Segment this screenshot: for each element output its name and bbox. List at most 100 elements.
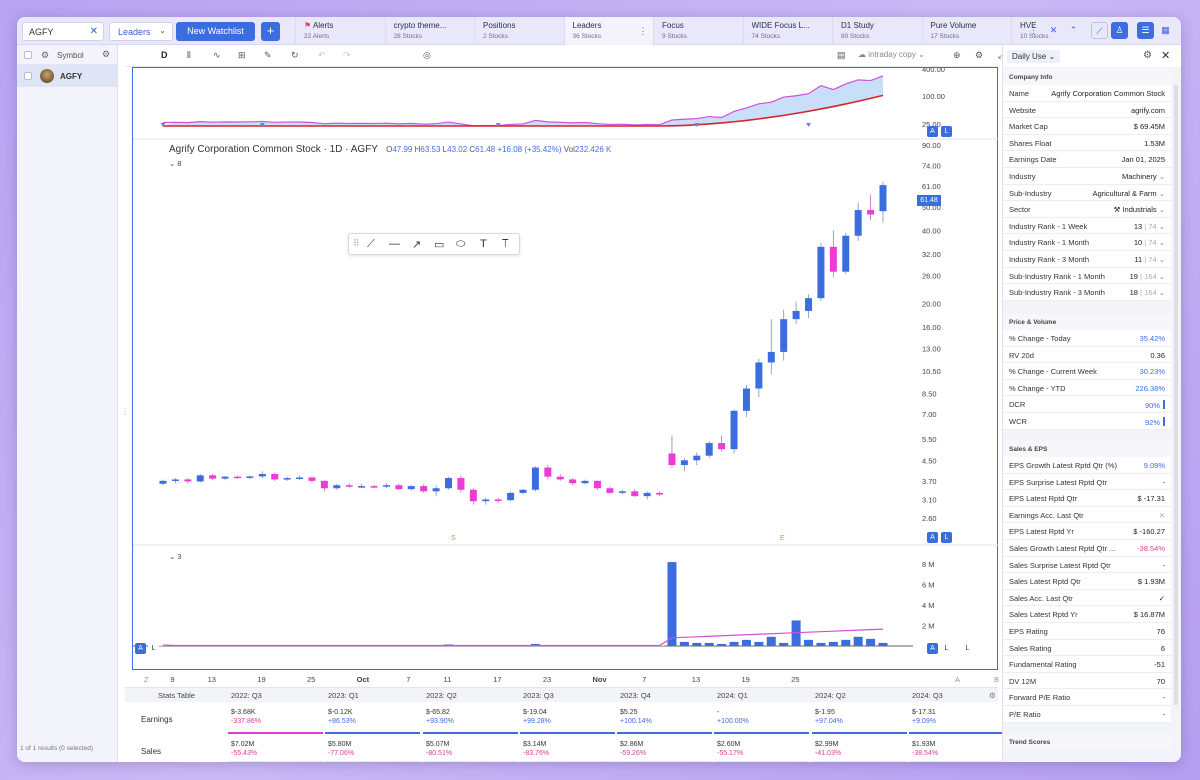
person-icon[interactable]: ♙ xyxy=(1111,22,1128,39)
chart-canvas[interactable]: 90.0074.0061.0050.0040.0032.0026.0020.00… xyxy=(133,68,999,671)
volume-bar[interactable] xyxy=(878,642,888,646)
chevron-down-icon[interactable]: ⌄ xyxy=(1157,238,1165,247)
candle[interactable] xyxy=(829,246,837,272)
volume-bar[interactable] xyxy=(667,562,677,646)
list-view-icon[interactable]: ☰ xyxy=(1137,22,1154,39)
candle[interactable] xyxy=(792,310,800,320)
candle[interactable] xyxy=(358,486,366,488)
candle[interactable] xyxy=(258,473,266,477)
watchlist-tab[interactable]: ⚑ Alerts 22 Alerts xyxy=(295,17,384,45)
draw-icon[interactable]: ✎ xyxy=(264,50,272,61)
pane-log-button[interactable]: L xyxy=(941,126,952,137)
volume-panel-toggle[interactable]: ⌄ 3 xyxy=(169,552,182,561)
candle[interactable] xyxy=(283,478,291,480)
watchlist-tab[interactable]: Leaders 36 Stocks ⋮ xyxy=(563,17,653,45)
candle[interactable] xyxy=(755,362,763,389)
trend-line-icon[interactable]: ⟋ xyxy=(367,238,375,251)
candle[interactable] xyxy=(668,453,676,466)
new-watchlist-button[interactable]: New Watchlist xyxy=(176,22,255,41)
candle[interactable] xyxy=(221,476,229,479)
candle[interactable] xyxy=(718,443,726,450)
candle[interactable] xyxy=(531,467,539,490)
pane-log-button[interactable]: L xyxy=(148,643,159,654)
candle[interactable] xyxy=(879,185,887,212)
candle[interactable] xyxy=(184,479,192,482)
candle[interactable] xyxy=(345,485,353,487)
candle[interactable] xyxy=(544,467,552,477)
watchlist-tab[interactable]: D1 Study 80 Stocks xyxy=(832,17,921,45)
volume-bar[interactable] xyxy=(679,641,689,646)
candle[interactable] xyxy=(420,486,428,492)
column-header-symbol[interactable]: Symbol xyxy=(57,51,84,60)
candle[interactable] xyxy=(742,388,750,411)
candle[interactable] xyxy=(407,486,415,490)
pane-auto-button[interactable]: A xyxy=(927,643,938,654)
volume-bar[interactable] xyxy=(816,642,826,646)
camera-icon[interactable]: ◎ xyxy=(423,50,431,61)
candle[interactable] xyxy=(569,479,577,484)
row-checkbox[interactable] xyxy=(24,72,32,80)
watchlist-tab[interactable]: crypto theme... 28 Stocks xyxy=(384,17,474,45)
chevron-down-icon[interactable]: ⌄ xyxy=(1157,272,1165,281)
watchlist-row[interactable]: AGFY xyxy=(17,65,117,87)
clear-icon[interactable]: ✕ xyxy=(90,26,98,37)
candle[interactable] xyxy=(469,489,477,502)
chevron-down-icon[interactable]: ⌄ xyxy=(1157,255,1165,264)
redo-icon[interactable]: ↷ xyxy=(343,50,351,61)
candle[interactable] xyxy=(693,455,701,461)
column-settings-icon[interactable]: ⚙ xyxy=(41,50,49,61)
drag-handle-icon[interactable]: ⠿ xyxy=(353,238,360,249)
candle[interactable] xyxy=(805,298,813,311)
watchlist-tab[interactable]: Positions 2 Stocks xyxy=(474,17,563,45)
volume-bar[interactable] xyxy=(841,639,851,646)
candle[interactable] xyxy=(494,499,502,501)
candle[interactable] xyxy=(730,410,738,450)
candle[interactable] xyxy=(246,476,254,478)
candle[interactable] xyxy=(854,210,862,236)
watchlist-tab[interactable]: WIDE Focus L... 74 Stocks xyxy=(742,17,832,45)
candle[interactable] xyxy=(581,480,589,484)
candle[interactable] xyxy=(780,319,788,352)
candle[interactable] xyxy=(320,480,328,489)
details-scrollbar[interactable] xyxy=(1174,85,1178,705)
volume-bar[interactable] xyxy=(828,641,838,646)
candle[interactable] xyxy=(445,478,453,489)
layout-icon[interactable]: ▤ xyxy=(837,50,846,61)
candle[interactable] xyxy=(680,460,688,466)
watchlist-tab[interactable]: Pure Volume 17 Stocks xyxy=(921,17,1011,45)
chevron-down-icon[interactable]: ⌄ xyxy=(1157,172,1165,181)
candle[interactable] xyxy=(705,443,713,456)
price-label-icon[interactable]: ⟙ xyxy=(502,238,509,251)
text-icon[interactable]: T xyxy=(480,238,487,250)
candle[interactable] xyxy=(867,210,875,215)
volume-bar[interactable] xyxy=(853,636,863,646)
details-settings-icon[interactable]: ⚙ xyxy=(1143,50,1152,61)
volume-bar[interactable] xyxy=(741,639,751,646)
panel-settings-icon[interactable]: ⚙ xyxy=(102,49,110,60)
watchlist-dropdown[interactable]: Leaders ⌄ xyxy=(109,22,173,41)
candle[interactable] xyxy=(196,475,204,482)
add-watchlist-button[interactable]: + xyxy=(261,22,280,41)
candle[interactable] xyxy=(556,476,564,480)
close-icon[interactable]: ✕ xyxy=(1161,49,1170,62)
volume-bar[interactable] xyxy=(692,642,702,646)
candle[interactable] xyxy=(159,480,167,484)
volume-bar[interactable] xyxy=(804,639,814,646)
pane-log-button[interactable]: L xyxy=(941,643,952,654)
candle[interactable] xyxy=(767,351,775,363)
volume-bar[interactable] xyxy=(704,642,714,646)
panel-resize-handle[interactable]: ⋮ xyxy=(121,407,129,416)
chevron-down-icon[interactable]: ⌄ xyxy=(1157,222,1165,231)
timeframe-button[interactable]: D xyxy=(161,50,168,60)
detail-value[interactable]: Machinery ⌄ xyxy=(1122,172,1165,181)
candle[interactable] xyxy=(432,488,440,492)
share-icon[interactable]: ⋮ xyxy=(1025,22,1042,39)
candle[interactable] xyxy=(606,488,614,493)
chevron-down-icon[interactable]: ⌄ xyxy=(1157,205,1165,214)
expand-icon[interactable]: ⌃ xyxy=(1065,22,1082,39)
volume-bar[interactable] xyxy=(766,636,776,646)
ellipse-icon[interactable]: ⬭ xyxy=(456,238,465,251)
candle[interactable] xyxy=(842,235,850,272)
price-panel-toggle[interactable]: ⌄ 8 xyxy=(169,159,182,168)
undo-icon[interactable]: ↶ xyxy=(318,50,326,61)
